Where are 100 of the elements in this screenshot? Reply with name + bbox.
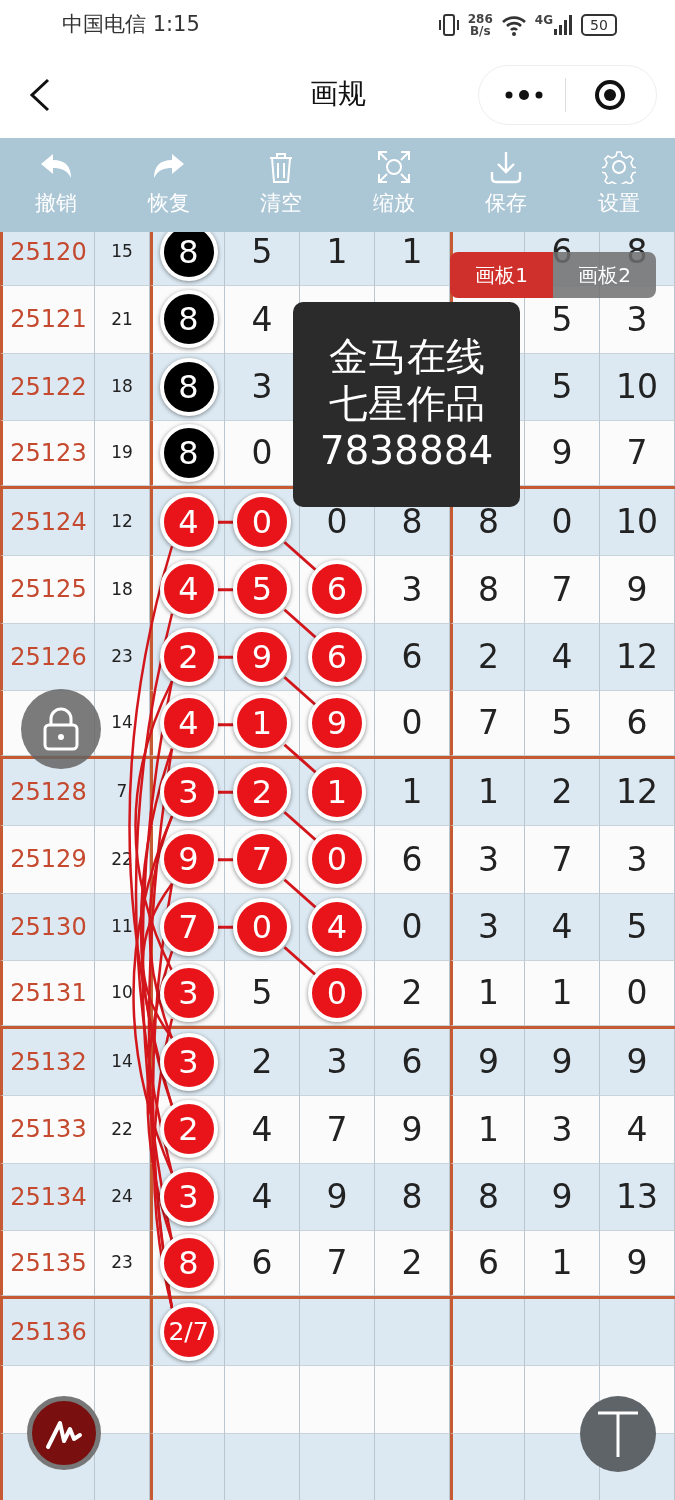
cell-number: 9 — [551, 1176, 573, 1218]
board-tab[interactable]: 画板1 — [450, 252, 553, 298]
cell-number: 10 — [616, 501, 658, 543]
connector-line — [283, 608, 317, 639]
cell-number: 4 — [626, 1108, 648, 1151]
number-ball[interactable]: 0 — [233, 897, 291, 956]
sum-value: 23 — [111, 645, 133, 668]
issue-number: 25136 — [10, 1316, 87, 1348]
number-ball[interactable]: 6 — [308, 627, 366, 686]
number-ball[interactable]: 0 — [308, 963, 366, 1022]
number-ball[interactable]: 4 — [159, 693, 218, 752]
issue-number: 25125 — [10, 574, 87, 606]
number-ball[interactable]: 9 — [308, 693, 366, 752]
overlay-note-line: 金马在线 — [327, 334, 486, 382]
page-title: 画规 — [309, 76, 366, 112]
number-ball[interactable]: 1 — [233, 693, 291, 752]
settings-icon — [601, 150, 636, 185]
cell-number: 7 — [326, 1242, 348, 1284]
number-ball[interactable]: 2 — [233, 762, 291, 821]
connector-line — [283, 743, 317, 774]
cell-number: 5 — [551, 702, 573, 744]
issue-number: 25133 — [10, 1114, 87, 1146]
number-ball[interactable]: 3 — [159, 762, 218, 821]
number-ball[interactable]: 4 — [159, 560, 218, 619]
cell-number: 5 — [251, 972, 273, 1014]
cell-number: 3 — [326, 1041, 348, 1083]
number-ball[interactable]: 8 — [159, 290, 218, 349]
connector-line — [283, 878, 317, 909]
cell-number: 5 — [551, 298, 573, 341]
number-ball[interactable]: 8 — [159, 423, 218, 482]
sum-value: 7 — [116, 780, 128, 803]
cell-number: 3 — [478, 838, 499, 881]
wifi-icon — [500, 14, 527, 36]
connector-line — [283, 946, 317, 976]
sum-value: 24 — [111, 1185, 133, 1208]
carrier-time: 中国电信 1:15 — [62, 11, 200, 39]
cell-number: 1 — [478, 972, 499, 1014]
cell-number: 9 — [478, 1041, 499, 1083]
cell-number: 6 — [401, 838, 423, 881]
number-ball[interactable]: 9 — [233, 627, 291, 686]
connector-line — [283, 676, 317, 706]
more-icon[interactable] — [505, 89, 543, 101]
number-ball[interactable]: 2 — [159, 1100, 218, 1159]
cell-number: 4 — [251, 298, 273, 341]
sum-value: 21 — [111, 307, 133, 331]
number-ball[interactable]: 4 — [159, 492, 218, 551]
cell-number: 6 — [401, 1041, 423, 1083]
issue-number: 25121 — [10, 304, 87, 336]
cell-number: 0 — [326, 501, 348, 543]
cell-number: 1 — [401, 232, 423, 273]
cell-number: 10 — [616, 366, 658, 408]
number-ball[interactable]: 6 — [308, 560, 366, 619]
number-ball[interactable]: 4 — [308, 897, 366, 956]
cell-number: 7 — [478, 702, 499, 744]
number-ball[interactable]: 3 — [159, 963, 218, 1022]
cell-number: 0 — [401, 906, 423, 948]
issue-number: 25122 — [10, 371, 87, 403]
cell-number: 13 — [616, 1176, 658, 1218]
cell-number: 5 — [251, 232, 273, 273]
cell-number: 8 — [478, 568, 499, 611]
issue-number: 25124 — [10, 506, 87, 538]
cell-number: 8 — [478, 501, 499, 543]
cell-number: 1 — [478, 1108, 499, 1151]
cell-number: 1 — [401, 771, 423, 813]
connector-line — [216, 655, 234, 659]
number-ball[interactable]: 1 — [308, 762, 366, 821]
connector-line — [216, 723, 234, 727]
cell-number: 4 — [251, 1108, 273, 1151]
board-tab[interactable]: 画板2 — [553, 252, 656, 298]
number-ball[interactable]: 0 — [308, 830, 366, 889]
number-ball[interactable]: 8 — [159, 232, 218, 281]
issue-number: 25129 — [10, 844, 87, 876]
sum-value: 23 — [111, 1251, 133, 1274]
number-ball[interactable]: 3 — [159, 1167, 218, 1226]
number-ball[interactable]: 3 — [159, 1032, 218, 1091]
number-ball[interactable]: 7 — [233, 830, 291, 889]
cell-number: 1 — [326, 232, 348, 273]
number-ball[interactable]: 5 — [233, 560, 291, 619]
cell-number: 3 — [626, 298, 648, 341]
number-ball[interactable]: 0 — [233, 492, 291, 551]
back-icon[interactable] — [28, 78, 52, 112]
cell-number: 9 — [551, 1041, 573, 1083]
issue-number: 25123 — [10, 437, 87, 469]
number-ball[interactable]: 9 — [159, 830, 218, 889]
cell-number: 9 — [626, 1242, 648, 1284]
close-target-icon[interactable] — [594, 79, 626, 111]
cell-number: 9 — [551, 432, 573, 474]
connector-line — [283, 541, 317, 571]
number-ball[interactable]: 8 — [159, 357, 218, 416]
number-ball[interactable]: 7 — [159, 897, 218, 956]
cell-number: 2 — [401, 1242, 423, 1284]
cell-number: 3 — [251, 366, 273, 408]
number-ball[interactable]: 2 — [159, 627, 218, 686]
cell-number: 8 — [401, 1176, 423, 1218]
number-ball[interactable]: 2/7 — [159, 1302, 218, 1361]
number-ball[interactable]: 8 — [159, 1233, 218, 1292]
cell-number: 6 — [626, 702, 648, 744]
cell-number: 2 — [478, 636, 499, 678]
cell-number: 6 — [401, 636, 423, 678]
sum-value: 14 — [111, 711, 133, 734]
